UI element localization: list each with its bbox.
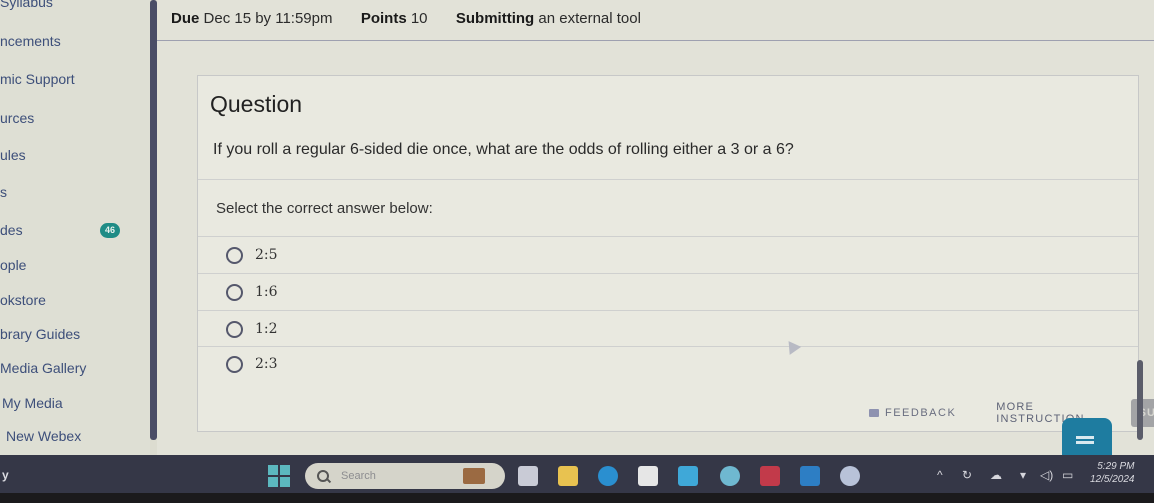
answer-option[interactable]: 2:3 bbox=[226, 352, 278, 376]
course-sidebar: Syllabus ncements mic Support urces ules… bbox=[0, 0, 150, 455]
file-explorer-icon[interactable] bbox=[558, 466, 578, 486]
radio-button[interactable] bbox=[226, 246, 243, 264]
option-label: 1:2 bbox=[255, 321, 278, 337]
feedback-link[interactable]: FEEDBACK bbox=[869, 407, 956, 419]
submitting-label: Submitting bbox=[455, 10, 535, 27]
battery-icon[interactable]: ▭ bbox=[1062, 468, 1073, 482]
sidebar-item-s[interactable]: s bbox=[0, 184, 7, 200]
due-label: Due bbox=[171, 10, 200, 27]
option-label: 2:5 bbox=[255, 247, 278, 263]
sync-icon[interactable]: ↻ bbox=[962, 468, 972, 482]
settings-gear-icon[interactable] bbox=[840, 466, 860, 486]
divider bbox=[198, 273, 1138, 274]
grades-count-badge: 46 bbox=[100, 223, 120, 238]
answer-option[interactable]: 1:6 bbox=[226, 280, 278, 304]
wifi-icon[interactable]: ▾ bbox=[1020, 468, 1026, 482]
volume-icon[interactable]: ◁) bbox=[1040, 468, 1053, 482]
outlook-icon[interactable] bbox=[800, 466, 820, 486]
app-icon[interactable] bbox=[678, 466, 698, 486]
submitting-value: an external tool bbox=[538, 10, 641, 27]
windows-taskbar: y Search ^ ↻ ☁ ▾ ◁) ▭ 5:29 PM 12/5/2024 bbox=[0, 455, 1154, 493]
sidebar-scrollbar[interactable] bbox=[150, 0, 157, 440]
divider bbox=[198, 236, 1138, 237]
taskbar-left-text: y bbox=[2, 468, 9, 482]
radio-button[interactable] bbox=[226, 320, 243, 338]
sidebar-item-announcements[interactable]: ncements bbox=[0, 33, 61, 49]
app-icon[interactable] bbox=[720, 466, 740, 486]
points-value: 10 bbox=[410, 10, 428, 27]
divider bbox=[198, 310, 1138, 311]
main-content: Due Dec 15 by 11:59pm Points 10 Submitti… bbox=[157, 0, 1154, 455]
search-placeholder: Search bbox=[341, 470, 376, 482]
sidebar-item-syllabus[interactable]: Syllabus bbox=[0, 0, 53, 10]
sidebar-item-media-gallery[interactable]: Media Gallery bbox=[0, 360, 86, 376]
answer-option[interactable]: 2:5 bbox=[226, 243, 278, 267]
divider bbox=[198, 346, 1138, 347]
question-text: If you roll a regular 6-sided die once, … bbox=[213, 141, 794, 158]
task-view-icon[interactable] bbox=[518, 466, 538, 486]
question-title: Question bbox=[210, 91, 303, 117]
question-card: Question If you roll a regular 6-sided d… bbox=[197, 75, 1139, 432]
windows-start-icon[interactable] bbox=[268, 465, 290, 487]
search-icon bbox=[317, 470, 329, 482]
feedback-icon bbox=[869, 409, 879, 417]
taskbar-search-input[interactable]: Search bbox=[305, 463, 505, 489]
sidebar-item-people[interactable]: ople bbox=[0, 257, 26, 273]
radio-button[interactable] bbox=[226, 283, 243, 301]
mcafee-icon[interactable] bbox=[760, 466, 780, 486]
sidebar-item-new-webex[interactable]: New Webex bbox=[6, 428, 81, 444]
answer-instruction: Select the correct answer below: bbox=[216, 200, 433, 217]
sidebar-item-resources[interactable]: urces bbox=[0, 110, 34, 126]
option-label: 1:6 bbox=[255, 284, 278, 300]
chevron-up-icon[interactable]: ^ bbox=[937, 468, 943, 482]
sidebar-item-bookstore[interactable]: okstore bbox=[0, 292, 46, 308]
taskbar-clock[interactable]: 5:29 PM 12/5/2024 bbox=[1090, 460, 1135, 486]
screen-bezel bbox=[0, 493, 1154, 503]
sidebar-item-academic-support[interactable]: mic Support bbox=[0, 71, 75, 87]
page-scrollbar[interactable] bbox=[1137, 360, 1143, 440]
answer-option[interactable]: 1:2 bbox=[226, 317, 278, 341]
option-label: 2:3 bbox=[255, 356, 278, 372]
chat-widget-icon[interactable] bbox=[1062, 418, 1112, 458]
sidebar-item-library-guides[interactable]: brary Guides bbox=[0, 326, 80, 342]
clock-date: 12/5/2024 bbox=[1090, 474, 1135, 485]
microsoft-store-icon[interactable] bbox=[638, 466, 658, 486]
sidebar-item-my-media[interactable]: My Media bbox=[2, 395, 63, 411]
clock-time: 5:29 PM bbox=[1097, 461, 1135, 472]
points-label: Points bbox=[360, 10, 407, 27]
due-value: Dec 15 by 11:59pm bbox=[203, 10, 333, 27]
search-highlight-icon bbox=[463, 468, 485, 484]
divider bbox=[198, 179, 1138, 180]
edge-browser-icon[interactable] bbox=[598, 466, 618, 486]
feedback-label: FEEDBACK bbox=[885, 407, 957, 419]
sidebar-item-grades[interactable]: des bbox=[0, 222, 23, 238]
cloud-icon[interactable]: ☁ bbox=[990, 468, 1002, 482]
sidebar-item-modules[interactable]: ules bbox=[0, 147, 26, 163]
assignment-meta: Due Dec 15 by 11:59pm Points 10 Submitti… bbox=[171, 10, 641, 27]
radio-button[interactable] bbox=[226, 355, 243, 373]
meta-divider bbox=[157, 40, 1154, 41]
